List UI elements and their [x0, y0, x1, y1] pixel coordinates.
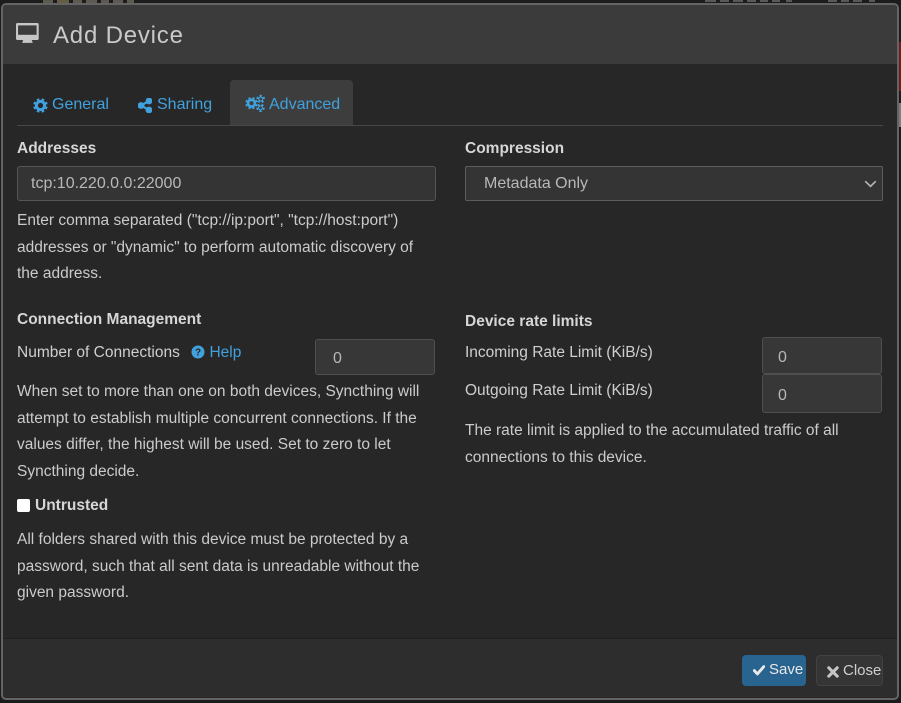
svg-text:?: ? — [195, 347, 201, 358]
